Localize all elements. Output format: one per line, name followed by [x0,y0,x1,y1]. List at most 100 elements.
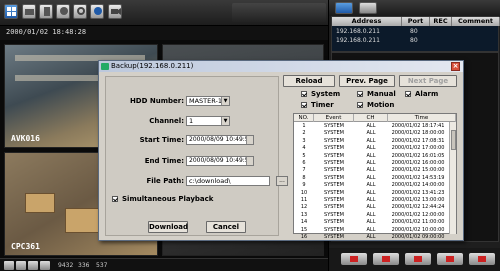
file-path-input[interactable]: c:\download\ [186,176,270,186]
next-icon[interactable] [40,261,50,270]
live-view-button[interactable] [4,4,18,19]
manual-checkbox[interactable] [357,91,363,97]
start-time-value: 2000/08/09 10:49:50 [189,136,253,143]
file-icon [44,7,50,16]
event-event-cell: SYSTEM [324,130,344,137]
record-button[interactable] [108,4,122,19]
event-time-cell: 2000/01/02 18:17:41 [391,123,445,129]
address-row[interactable]: 192.168.0.211 80 [336,37,418,44]
event-ch-cell: ALL [366,174,376,181]
event-no-cell: 14 [300,219,308,226]
end-time-value: 2000/08/09 10:49:50 [189,157,253,164]
ch-column-header[interactable]: CH [354,114,388,122]
event-no-cell: 1 [302,123,306,129]
brand-logo [232,3,326,22]
address-column-header[interactable]: Address [332,17,402,26]
event-ch-cell: ALL [366,152,376,159]
event-ch-cell: ALL [366,234,376,240]
event-no-cell: 16 [300,234,308,240]
download-button[interactable]: Download [148,221,188,233]
record-icon[interactable] [469,253,495,265]
event-row[interactable]: 7 SYSTEM ALL 2000/01/02 15:00:00 [294,167,448,174]
network-button[interactable] [56,4,70,19]
chevron-down-icon[interactable]: ▼ [221,117,229,125]
event-ch-cell: ALL [366,123,376,129]
timer-checkbox[interactable] [301,102,307,108]
event-time-cell: 2000/01/02 12:00:00 [391,211,445,218]
reload-button[interactable]: Reload [283,75,335,87]
event-row[interactable]: 16 SYSTEM ALL 2000/01/02 09:00:00 [294,234,448,241]
event-time-cell: 2000/01/02 13:41:23 [391,189,445,196]
next-page-button[interactable]: Next Page [399,75,457,87]
event-row[interactable]: 10 SYSTEM ALL 2000/01/02 13:41:23 [294,190,448,197]
event-no-cell: 3 [302,137,306,144]
close-icon[interactable]: × [451,62,460,71]
record-icon[interactable] [405,253,431,265]
info-button[interactable] [90,4,104,19]
manual-label: Manual [367,90,396,98]
event-time-cell: 2000/01/02 12:44:24 [391,204,445,211]
event-event-cell: SYSTEM [324,226,344,233]
prev-icon[interactable] [4,261,14,270]
event-time-cell: 2000/01/02 17:00:00 [391,145,445,152]
prev-page-button[interactable]: Prev. Page [339,75,395,87]
rec-column-header[interactable]: REC [430,17,452,26]
event-row[interactable]: 12 SYSTEM ALL 2000/01/02 12:44:24 [294,204,448,211]
comment-column-header[interactable]: Comment [452,17,500,26]
alarm-checkbox[interactable] [405,91,411,97]
play-icon[interactable] [28,261,38,270]
event-ch-cell: ALL [366,130,376,137]
motion-checkbox[interactable] [357,102,363,108]
event-list-scrollbar[interactable] [449,122,456,234]
event-row[interactable]: 9 SYSTEM ALL 2000/01/02 14:00:00 [294,182,448,189]
cancel-button[interactable]: Cancel [206,221,246,233]
spin-icon[interactable] [246,136,253,144]
no-column-header[interactable]: NO. [294,114,314,122]
event-row[interactable]: 3 SYSTEM ALL 2000/01/02 17:08:31 [294,138,448,145]
channel-select[interactable]: 1 ▼ [186,116,230,126]
time-column-header[interactable]: Time [388,114,456,122]
event-no-cell: 9 [302,182,306,189]
backup-settings-pane: HDD Number: MASTER-1 ▼ Channel: 1 ▼ Start … [105,76,288,236]
event-ch-cell: ALL [366,167,376,174]
settings-button[interactable] [73,4,87,19]
event-row[interactable]: 1 SYSTEM ALL 2000/01/02 18:17:41 [294,123,448,130]
record-icon[interactable] [373,253,399,265]
scrollbar-thumb[interactable] [451,130,456,150]
chevron-down-icon[interactable]: ▼ [221,97,229,105]
event-row[interactable]: 6 SYSTEM ALL 2000/01/02 16:00:00 [294,160,448,167]
event-ch-cell: ALL [366,189,376,196]
event-no-cell: 12 [300,204,308,211]
event-row[interactable]: 11 SYSTEM ALL 2000/01/02 13:00:00 [294,197,448,204]
event-row[interactable]: 14 SYSTEM ALL 2000/01/02 11:00:00 [294,219,448,226]
address-row[interactable]: 192.168.0.211 80 [336,28,418,35]
event-row[interactable]: 8 SYSTEM ALL 2000/01/02 14:53:19 [294,175,448,182]
event-event-cell: SYSTEM [324,204,344,211]
spin-icon[interactable] [246,157,253,165]
end-time-field[interactable]: 2000/08/09 10:49:50 [186,156,254,166]
event-row[interactable]: 4 SYSTEM ALL 2000/01/02 17:00:00 [294,145,448,152]
folder-button[interactable] [22,4,36,19]
event-column-header[interactable]: Event [314,114,354,122]
event-row[interactable]: 13 SYSTEM ALL 2000/01/02 12:00:00 [294,212,448,219]
dialog-titlebar[interactable]: Backup(192.168.0.211) × [99,61,463,72]
info-icon [94,7,102,15]
event-row[interactable]: 15 SYSTEM ALL 2000/01/02 10:00:00 [294,227,448,234]
record-icon[interactable] [437,253,463,265]
event-row[interactable]: 2 SYSTEM ALL 2000/01/02 18:00:00 [294,130,448,137]
camera-label: AVK016 [11,134,40,143]
event-ch-cell: ALL [366,226,376,233]
event-no-cell: 4 [302,145,306,152]
pause-button[interactable] [335,2,353,14]
stop-icon[interactable] [16,261,26,270]
port-column-header[interactable]: Port [402,17,430,26]
hdd-number-select[interactable]: MASTER-1 ▼ [186,96,230,106]
event-row[interactable]: 5 SYSTEM ALL 2000/01/02 16:01:05 [294,153,448,160]
panel-button[interactable] [359,2,377,14]
browse-button[interactable]: ... [276,176,288,186]
file-button[interactable] [39,4,53,19]
start-time-field[interactable]: 2000/08/09 10:49:50 [186,135,254,145]
system-checkbox[interactable] [301,91,307,97]
simultaneous-playback-checkbox[interactable] [112,196,118,202]
record-icon[interactable] [341,253,367,265]
